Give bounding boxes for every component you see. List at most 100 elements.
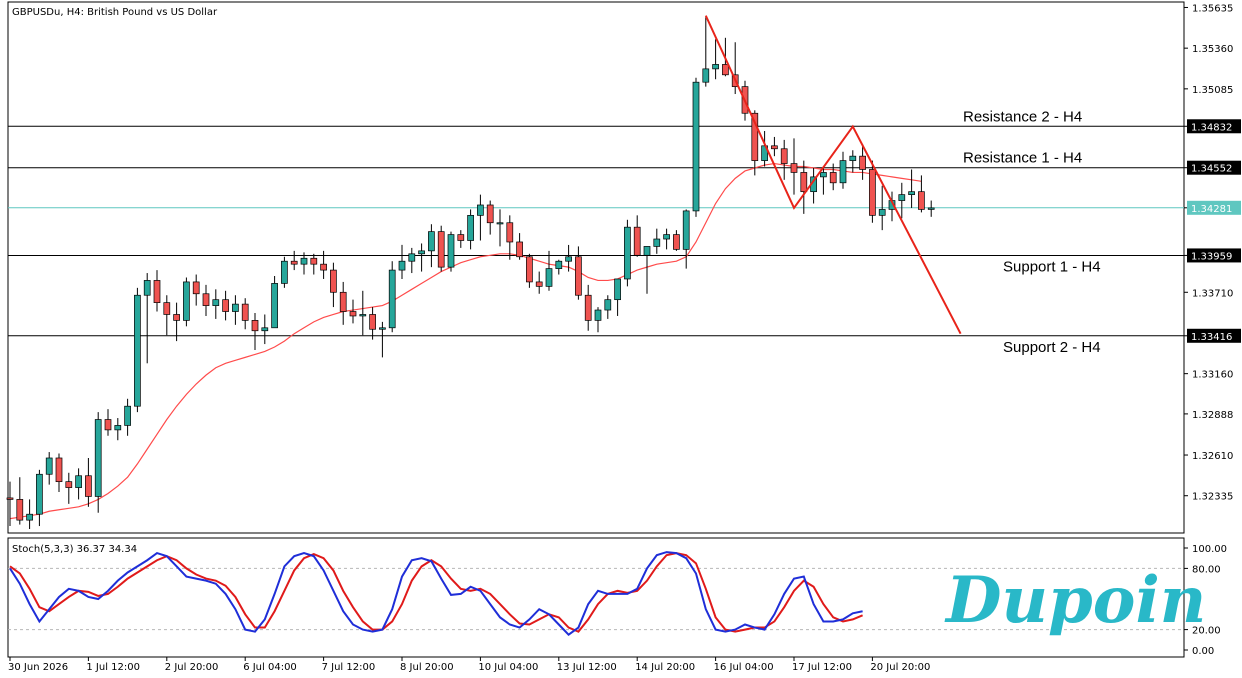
candle-body[interactable] xyxy=(163,302,171,315)
candle-body[interactable] xyxy=(800,172,808,193)
candle-body[interactable] xyxy=(555,260,563,269)
candle-body[interactable] xyxy=(398,260,406,271)
candle[interactable] xyxy=(271,276,278,329)
candle-body[interactable] xyxy=(75,475,82,488)
candle-body[interactable] xyxy=(310,257,318,265)
candle-body[interactable] xyxy=(261,327,269,332)
candle-body[interactable] xyxy=(496,222,504,225)
trading-chart[interactable]: Resistance 2 - H4 Resistance 1 - H4 Suppor… xyxy=(0,0,1242,678)
candle-body[interactable] xyxy=(36,473,43,515)
candle-body[interactable] xyxy=(65,481,73,488)
candle-body[interactable] xyxy=(663,234,670,240)
candle-body[interactable] xyxy=(898,194,906,201)
candle-body[interactable] xyxy=(682,210,690,250)
candle-body[interactable] xyxy=(653,238,661,247)
candle-body[interactable] xyxy=(114,425,122,431)
candle-body[interactable] xyxy=(251,320,259,332)
candle-body[interactable] xyxy=(486,204,494,224)
candle-body[interactable] xyxy=(202,293,210,306)
candle-body[interactable] xyxy=(388,269,396,329)
candle-body[interactable] xyxy=(702,68,710,83)
candle-body[interactable] xyxy=(192,281,200,295)
candle-body[interactable] xyxy=(584,294,592,321)
candle-body[interactable] xyxy=(506,222,514,243)
candle[interactable] xyxy=(437,225,445,272)
candle-body[interactable] xyxy=(859,155,866,170)
candle-body[interactable] xyxy=(45,457,53,475)
candle-body[interactable] xyxy=(330,269,337,293)
candle-body[interactable] xyxy=(633,226,641,256)
candle-body[interactable] xyxy=(281,260,288,284)
candle[interactable] xyxy=(281,256,288,288)
candle-body[interactable] xyxy=(359,314,367,317)
candle-body[interactable] xyxy=(839,160,847,184)
candle-body[interactable] xyxy=(300,257,308,265)
candle-body[interactable] xyxy=(94,419,102,497)
candle-body[interactable] xyxy=(780,148,788,164)
candle-body[interactable] xyxy=(339,291,347,312)
candle-body[interactable] xyxy=(232,303,239,312)
candle[interactable] xyxy=(183,277,190,327)
candle-body[interactable] xyxy=(575,256,582,296)
candle-body[interactable] xyxy=(173,314,180,321)
candle-body[interactable] xyxy=(212,299,220,306)
candle-body[interactable] xyxy=(369,314,376,330)
candle-body[interactable] xyxy=(624,226,631,280)
time-tick-label: 14 Jul 20:00 xyxy=(635,662,695,673)
candle-body[interactable] xyxy=(418,250,425,255)
candle-body[interactable] xyxy=(771,145,778,150)
candle-body[interactable] xyxy=(927,207,935,210)
candle-body[interactable] xyxy=(271,283,278,329)
candle-body[interactable] xyxy=(643,246,651,256)
candle-body[interactable] xyxy=(241,303,249,321)
candle-body[interactable] xyxy=(545,268,553,287)
candle-body[interactable] xyxy=(516,241,523,258)
candle-body[interactable] xyxy=(134,294,141,407)
candle-body[interactable] xyxy=(143,280,151,296)
candle-body[interactable] xyxy=(457,234,465,241)
candle-body[interactable] xyxy=(6,497,14,500)
candle[interactable] xyxy=(134,287,141,413)
candle-body[interactable] xyxy=(849,155,857,161)
candle-body[interactable] xyxy=(437,231,445,268)
candle-body[interactable] xyxy=(16,499,24,521)
candle-body[interactable] xyxy=(790,163,798,173)
candle-body[interactable] xyxy=(829,172,837,184)
candle-body[interactable] xyxy=(124,405,131,426)
candle-body[interactable] xyxy=(526,256,533,283)
candle-body[interactable] xyxy=(222,299,229,312)
candle-body[interactable] xyxy=(908,191,915,195)
candle-body[interactable] xyxy=(467,214,474,241)
candle-body[interactable] xyxy=(722,64,729,76)
candle-body[interactable] xyxy=(290,260,298,265)
candle-body[interactable] xyxy=(320,263,327,271)
candle-body[interactable] xyxy=(918,191,925,210)
candle-body[interactable] xyxy=(712,64,719,70)
candle-body[interactable] xyxy=(594,309,602,321)
candle-body[interactable] xyxy=(820,172,827,178)
candle-body[interactable] xyxy=(379,327,386,330)
candle-body[interactable] xyxy=(428,231,435,252)
candle-body[interactable] xyxy=(869,169,876,216)
candle-body[interactable] xyxy=(104,419,112,431)
candle-body[interactable] xyxy=(673,234,680,250)
candle-body[interactable] xyxy=(565,256,572,262)
candle-body[interactable] xyxy=(26,513,33,521)
candle-body[interactable] xyxy=(85,475,92,497)
candle-body[interactable] xyxy=(447,234,455,268)
candle-body[interactable] xyxy=(614,278,621,301)
candle[interactable] xyxy=(624,219,631,287)
candle-body[interactable] xyxy=(477,204,484,216)
candle[interactable] xyxy=(388,261,396,333)
candle[interactable] xyxy=(692,77,700,217)
candle-body[interactable] xyxy=(153,280,161,303)
candle-body[interactable] xyxy=(55,457,63,483)
candle-body[interactable] xyxy=(692,81,700,212)
candle-body[interactable] xyxy=(349,311,357,317)
candle-body[interactable] xyxy=(183,281,190,321)
candle-body[interactable] xyxy=(408,253,416,262)
candle[interactable] xyxy=(447,231,455,272)
candle-body[interactable] xyxy=(604,299,612,311)
candle-body[interactable] xyxy=(878,209,886,216)
candle-body[interactable] xyxy=(535,281,543,287)
